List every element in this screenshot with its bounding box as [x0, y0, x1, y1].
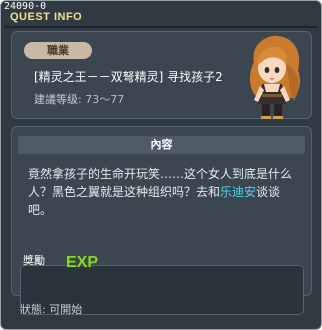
- quest-header-panel: 職業 [精灵之王－－双弩精灵] 寻找孩子2 建議等级: 73～77: [11, 31, 312, 119]
- exp-icon: EXP: [65, 253, 99, 270]
- npc-name-link[interactable]: 乐迪安: [220, 185, 256, 199]
- title-divider: [5, 26, 317, 28]
- recommended-level: 建議等级: 73～77: [34, 93, 124, 107]
- category-badge: 職業: [24, 42, 92, 59]
- quest-name: [精灵之王－－双弩精灵] 寻找孩子2: [34, 70, 223, 84]
- window-title: QUEST INFO: [10, 11, 83, 23]
- content-header: 內容: [18, 136, 305, 154]
- quest-info-window: 24090-0 QUEST INFO 職業 [精灵之王－－双弩精灵] 寻找孩子2…: [0, 0, 322, 330]
- npc-portrait-icon: [249, 35, 300, 119]
- quest-description: 竟然拿孩子的生命开玩笑……这个女人到底是什么人？黑色之翼就是这种组织吗？去和乐迪…: [28, 165, 298, 219]
- content-panel: 內容 竟然拿孩子的生命开玩笑……这个女人到底是什么人？黑色之翼就是这种组织吗？去…: [11, 126, 312, 315]
- exp-icon-text: EXP: [66, 254, 98, 270]
- status-value: 可開始: [49, 303, 83, 316]
- status: 狀態: 可開始: [20, 303, 82, 317]
- level-range: 73～77: [85, 93, 125, 106]
- status-label: 狀態:: [20, 303, 46, 316]
- level-label: 建議等级:: [34, 93, 82, 106]
- reward-label: 獎勵: [23, 254, 45, 267]
